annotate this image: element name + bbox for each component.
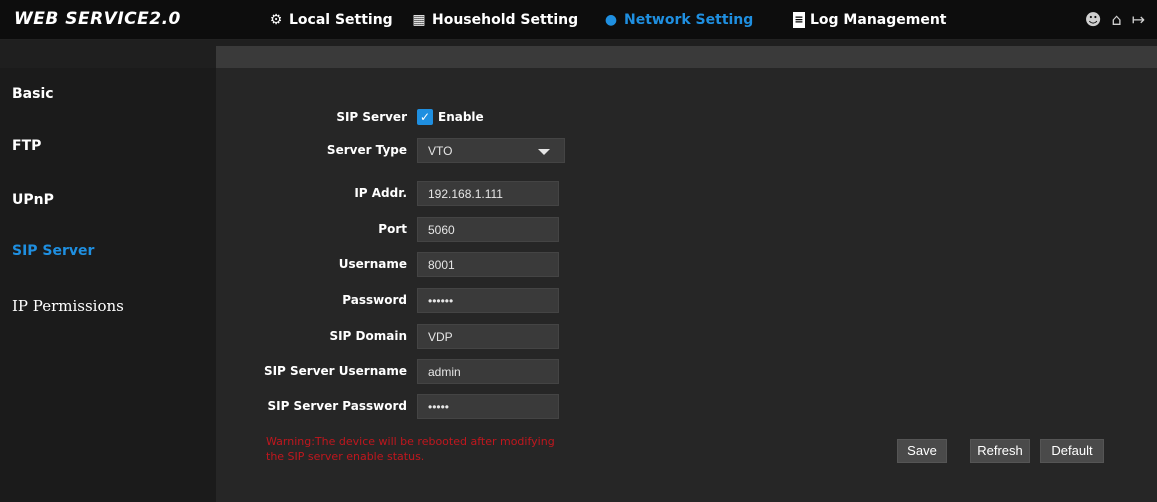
sip-server-row: SIP Server ✓ Enable [216, 105, 1157, 131]
top-icons: ☻ ⌂ ↦ [1085, 10, 1145, 29]
server-type-row: Server Type VTO [216, 138, 1157, 164]
password-input[interactable]: •••••• [417, 288, 559, 313]
sip-server-password-label: SIP Server Password [267, 399, 407, 413]
nav-label: Household Setting [432, 12, 579, 28]
server-type-label: Server Type [326, 143, 407, 157]
globe-icon: ● [604, 12, 618, 28]
nav-label: Log Management [810, 12, 947, 28]
document-icon: ≡ [793, 12, 805, 28]
sidebar-item-basic[interactable]: Basic [12, 86, 54, 102]
app-logo: WEB SERVICE2.0 [14, 9, 181, 29]
server-type-value: VTO [428, 144, 453, 158]
ip-addr-row: IP Addr. 192.168.1.111 [216, 181, 1157, 207]
port-label: Port [378, 222, 407, 236]
nav-local-setting[interactable]: ⚙ Local Setting [268, 0, 393, 40]
logout-icon[interactable]: ↦ [1132, 10, 1145, 29]
username-row: Username 8001 [216, 252, 1157, 278]
sip-server-enable-checkbox[interactable]: ✓ [417, 109, 433, 125]
refresh-button[interactable]: Refresh [970, 439, 1030, 463]
content-panel: SIP Server ✓ Enable Server Type VTO IP A… [216, 68, 1157, 502]
nav-label: Local Setting [289, 12, 393, 28]
sidebar: Basic FTP UPnP SIP Server IP Permissions [0, 68, 216, 502]
nav-household-setting[interactable]: ▦ Household Setting [411, 0, 578, 40]
save-button[interactable]: Save [897, 439, 947, 463]
username-label: Username [338, 257, 407, 271]
sidebar-item-sip-server[interactable]: SIP Server [12, 243, 94, 259]
nav-label: Network Setting [624, 12, 754, 28]
sidebar-item-ftp[interactable]: FTP [12, 138, 41, 154]
nav-log-management[interactable]: ≡ Log Management [793, 0, 947, 40]
sip-domain-label: SIP Domain [329, 329, 407, 343]
home-icon[interactable]: ⌂ [1111, 10, 1121, 29]
sip-server-password-input[interactable]: ••••• [417, 394, 559, 419]
ip-addr-label: IP Addr. [354, 186, 407, 200]
sidebar-item-ip-permissions[interactable]: IP Permissions [12, 297, 124, 315]
sip-domain-input[interactable]: VDP [417, 324, 559, 349]
building-icon: ▦ [412, 12, 426, 28]
password-label: Password [342, 293, 407, 307]
sip-server-password-row: SIP Server Password ••••• [216, 394, 1157, 420]
sip-server-username-label: SIP Server Username [263, 364, 407, 378]
enable-label: Enable [438, 110, 484, 124]
warning-message: Warning:The device will be rebooted afte… [266, 435, 555, 463]
sip-server-username-input[interactable]: admin [417, 359, 559, 384]
sidebar-item-upnp[interactable]: UPnP [12, 192, 54, 208]
server-type-select[interactable]: VTO [417, 138, 565, 163]
content-header-bar [216, 46, 1157, 68]
ip-addr-input[interactable]: 192.168.1.111 [417, 181, 559, 206]
sip-server-username-row: SIP Server Username admin [216, 359, 1157, 385]
user-icon[interactable]: ☻ [1085, 10, 1102, 29]
sip-server-label: SIP Server [336, 110, 407, 124]
port-input[interactable]: 5060 [417, 217, 559, 242]
port-row: Port 5060 [216, 217, 1157, 243]
username-input[interactable]: 8001 [417, 252, 559, 277]
default-button[interactable]: Default [1040, 439, 1104, 463]
top-bar: WEB SERVICE2.0 ⚙ Local Setting ▦ Househo… [0, 0, 1157, 40]
sip-domain-row: SIP Domain VDP [216, 324, 1157, 350]
gear-icon: ⚙ [269, 12, 283, 28]
chevron-down-icon [538, 149, 550, 155]
password-row: Password •••••• [216, 288, 1157, 314]
nav-network-setting[interactable]: ● Network Setting [603, 0, 753, 40]
